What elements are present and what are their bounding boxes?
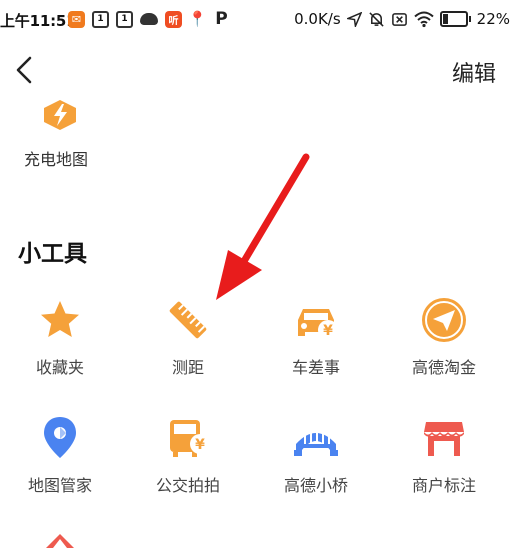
tool-label: 高德淘金 [411,358,476,377]
paper-plane-icon [422,298,466,342]
tool-label: 商户标注 [411,476,476,495]
ruler-icon [169,301,207,339]
tool-car-service[interactable]: ¥ 车差事 [256,296,376,378]
car-service-icon: ¥ [298,309,338,340]
calendar-icon-2: 1 [116,10,133,28]
wifi-icon [413,11,434,27]
top-bar: 编辑 [0,44,510,98]
status-notification-icons: ✉ 1 1 听 📍 P [68,9,230,29]
tool-label: 收藏夹 [35,358,84,377]
charging-map-label: 充电地图 [24,150,89,169]
tool-label: 高德小桥 [283,476,348,495]
svg-text:¥: ¥ [323,323,333,339]
tool-map-steward[interactable]: 地图管家 [0,414,120,496]
status-system-icons: 0.0K/s 22% [294,10,510,28]
status-bar: 上午11:51 ✉ 1 1 听 📍 P 0.0K/s 22% [0,0,510,40]
network-speed: 0.0K/s [294,10,341,28]
ting-app-icon: 听 [165,10,182,28]
tool-merchant-label[interactable]: 商户标注 [384,414,504,496]
tool-bus-snap[interactable]: ¥ 公交拍拍 [128,414,248,496]
mute-bell-icon [369,11,384,27]
tool-label: 公交拍拍 [155,476,220,495]
p-app-icon: P [215,9,228,29]
tool-measure-distance[interactable]: 测距 [128,296,248,378]
battery-percent: 22% [476,10,510,28]
tool-label: 地图管家 [27,476,92,495]
tool-amap-bridge[interactable]: 高德小桥 [256,414,376,496]
tool-label: 车差事 [291,358,340,377]
tool-favorites[interactable]: 收藏夹 [0,296,120,378]
battery-icon [439,11,471,27]
tools-section-title: 小工具 [18,241,87,267]
status-time: 上午11:51 [0,12,77,30]
svg-text:¥: ¥ [195,437,205,453]
chevron-left-icon [16,56,32,84]
star-icon [41,301,79,337]
bridge-icon [294,428,338,456]
app-notification-icon: ✉ [68,10,85,28]
sim-blocked-icon [391,12,407,26]
back-button[interactable] [10,52,38,88]
bus-icon: ¥ [170,420,210,457]
calendar-icon: 1 [92,10,109,28]
tool-label: 测距 [171,358,204,377]
tool-amap-gold[interactable]: 高德淘金 [384,296,504,378]
location-pin-icon: 📍 [188,10,207,28]
location-arrow-icon [346,11,362,27]
charging-map-icon [44,100,76,130]
shop-icon [424,422,464,456]
cloud-icon [140,13,158,25]
map-pin-icon [44,417,76,458]
partial-next-row-icon [46,534,74,548]
edit-button[interactable]: 编辑 [452,56,496,88]
